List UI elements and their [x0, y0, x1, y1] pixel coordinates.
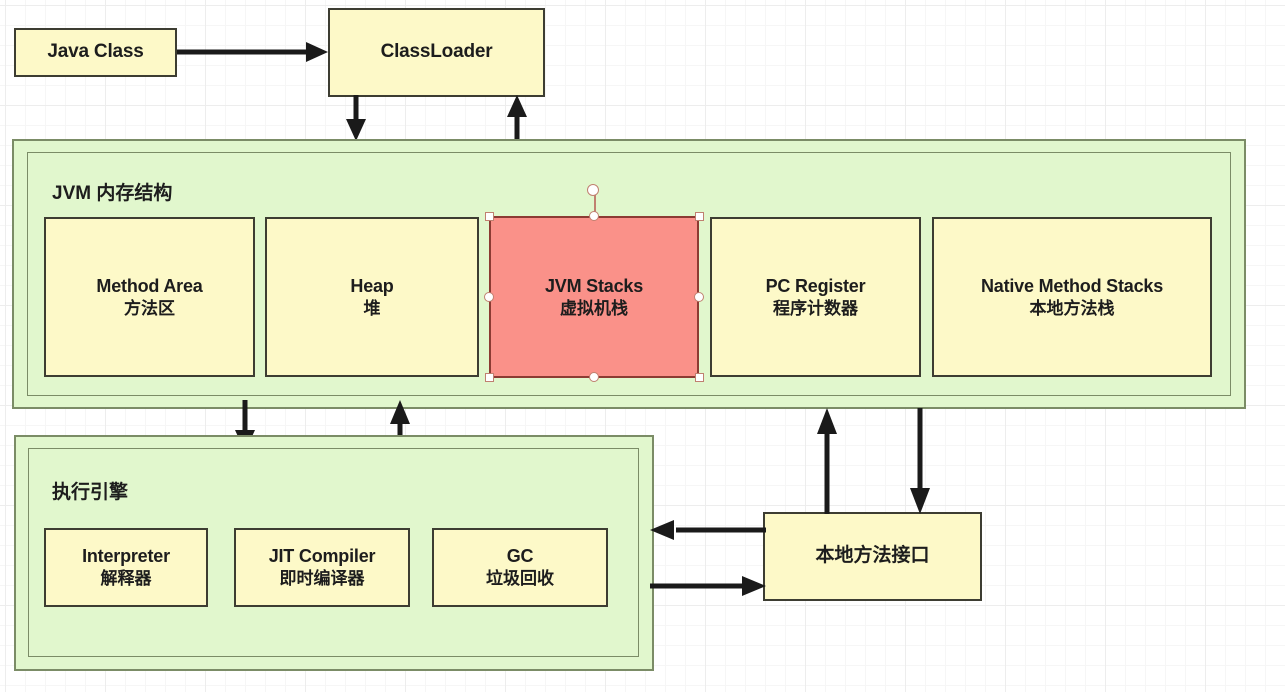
component-interpreter[interactable]: Interpreter 解释器	[44, 528, 208, 607]
resize-handle-top-right[interactable]	[695, 212, 704, 221]
arrow-memory-to-nmi	[908, 408, 932, 516]
jvm-memory-panel-title: JVM 内存结构	[52, 183, 173, 204]
node-class-loader[interactable]: ClassLoader	[328, 8, 545, 97]
gc-label-cn: 垃圾回收	[486, 569, 554, 589]
class-loader-label: ClassLoader	[380, 41, 493, 63]
jit-compiler-label-en: JIT Compiler	[268, 546, 376, 567]
region-method-area[interactable]: Method Area 方法区	[44, 217, 255, 377]
resize-handle-middle-right[interactable]	[694, 292, 704, 302]
arrow-classloader-to-memory	[344, 95, 368, 143]
method-area-label-en: Method Area	[96, 275, 203, 296]
arrow-memory-to-classloader	[505, 95, 529, 143]
gc-label-en: GC	[506, 546, 534, 567]
jit-compiler-label-cn: 即时编译器	[279, 569, 365, 589]
jvm-stacks-label-en: JVM Stacks	[544, 275, 644, 296]
region-heap[interactable]: Heap 堆	[265, 217, 479, 377]
arrow-engine-to-nmi	[650, 574, 768, 598]
region-native-method-stacks[interactable]: Native Method Stacks 本地方法栈	[932, 217, 1212, 377]
resize-handle-middle-left[interactable]	[484, 292, 494, 302]
rotate-handle[interactable]	[587, 184, 599, 196]
arrow-nmi-to-memory	[815, 408, 839, 516]
arrow-nmi-to-engine	[650, 518, 768, 542]
resize-handle-bottom-right[interactable]	[695, 373, 704, 382]
resize-handle-top-left[interactable]	[485, 212, 494, 221]
node-java-class[interactable]: Java Class	[14, 28, 177, 77]
component-gc[interactable]: GC 垃圾回收	[432, 528, 608, 607]
interpreter-label-cn: 解释器	[100, 569, 152, 589]
resize-handle-top-center[interactable]	[589, 211, 599, 221]
region-jvm-stacks[interactable]: JVM Stacks 虚拟机栈	[489, 216, 699, 378]
resize-handle-bottom-left[interactable]	[485, 373, 494, 382]
native-method-interface-label: 本地方法接口	[815, 545, 930, 567]
interpreter-label-en: Interpreter	[82, 546, 170, 567]
native-method-stacks-label-en: Native Method Stacks	[980, 275, 1164, 296]
diagram-canvas[interactable]: Java Class ClassLoader JVM 内存结构 Method A…	[0, 0, 1285, 692]
component-jit-compiler[interactable]: JIT Compiler 即时编译器	[234, 528, 410, 607]
node-native-method-interface[interactable]: 本地方法接口	[763, 512, 982, 601]
region-pc-register[interactable]: PC Register 程序计数器	[710, 217, 921, 377]
heap-label-en: Heap	[350, 275, 394, 296]
heap-label-cn: 堆	[363, 298, 381, 318]
arrow-javaclass-to-classloader	[177, 40, 332, 64]
execution-engine-panel-title: 执行引擎	[52, 482, 129, 503]
jvm-stacks-label-cn: 虚拟机栈	[560, 298, 628, 318]
pc-register-label-cn: 程序计数器	[773, 298, 858, 318]
method-area-label-cn: 方法区	[124, 298, 175, 318]
resize-handle-bottom-center[interactable]	[589, 372, 599, 382]
native-method-stacks-label-cn: 本地方法栈	[1029, 298, 1115, 318]
pc-register-label-en: PC Register	[765, 275, 866, 296]
java-class-label: Java Class	[47, 41, 144, 63]
